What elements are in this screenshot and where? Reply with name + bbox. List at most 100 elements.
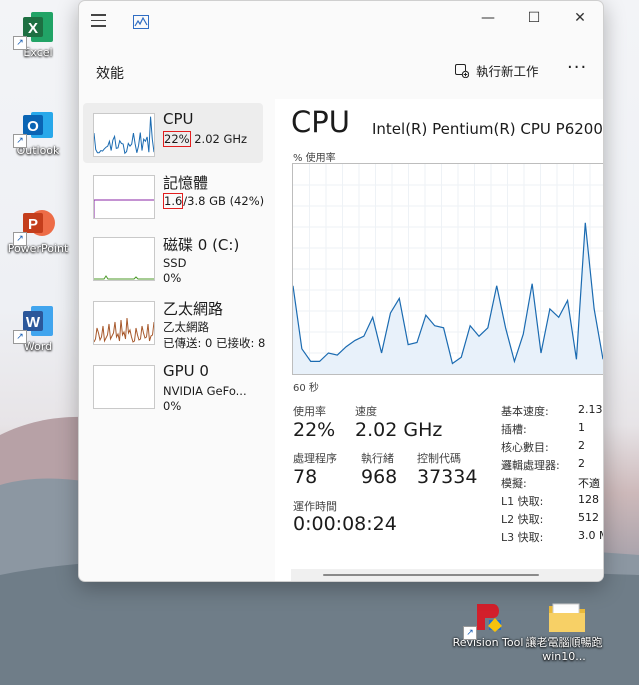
cpu-model: Intel(R) Pentium(R) CPU P6200 — [372, 120, 603, 138]
spec-value: 2 — [578, 457, 585, 470]
close-button[interactable]: ✕ — [557, 5, 603, 31]
spec-value: 2 — [578, 439, 585, 452]
sidebar-item-detail: 22% 2.02 GHz — [163, 131, 247, 147]
sidebar-item-cpu[interactable]: CPU 22% 2.02 GHz — [83, 103, 263, 163]
new-task-icon — [455, 63, 469, 78]
hamburger-menu-icon[interactable] — [91, 14, 111, 30]
sidebar-item-name: 磁碟 0 (C:) — [163, 236, 240, 254]
spec-value: 1 — [578, 421, 585, 434]
handles-value: 37334 — [417, 466, 478, 488]
spec-label: 模擬: — [501, 477, 527, 490]
sidebar-item-detail: 乙太網路 — [163, 320, 209, 334]
outlook-icon: O ↗ — [13, 108, 55, 148]
sidebar-item-memory[interactable]: 記憶體 1.6/3.8 GB (42%) — [83, 165, 264, 225]
shortcut-arrow-icon: ↗ — [463, 626, 477, 640]
handles-label: 控制代碼 — [417, 452, 461, 465]
uptime-value: 0:00:08:24 — [293, 513, 397, 535]
threads-value: 968 — [361, 466, 398, 488]
memory-used-highlight: 1.6 — [163, 193, 184, 209]
graph-label: % 使用率 — [293, 153, 336, 164]
revision-tool-icon: ↗ — [463, 600, 505, 640]
desktop-icon-powerpoint[interactable]: P ↗ PowerPoint — [0, 206, 76, 256]
cpu-thumbnail-line — [94, 116, 154, 155]
speed-label: 速度 — [355, 405, 377, 418]
sidebar-item-name: 記憶體 — [163, 174, 209, 192]
cpu-usage-graph — [292, 163, 603, 375]
run-new-task-label: 執行新工作 — [476, 64, 539, 79]
memory-thumbnail-graph — [93, 175, 155, 219]
spec-value: 2.13 — [578, 403, 603, 416]
spec-value: 3.0 M — [578, 529, 603, 542]
title-bar[interactable]: — ☐ ✕ — [79, 1, 603, 35]
processes-value: 78 — [293, 466, 318, 488]
graph-time-span: 60 秒 — [293, 383, 319, 394]
cpu-speed: 2.02 GHz — [194, 132, 248, 146]
ethernet-thumbnail-graph — [93, 301, 155, 345]
desktop-icon-revision-tool[interactable]: ↗ Revision Tool — [450, 600, 526, 650]
minimize-button[interactable]: — — [465, 5, 511, 31]
usage-label: 使用率 — [293, 405, 326, 418]
desktop-icon-label: Excel — [23, 46, 53, 59]
desktop-icon-label: 讓老電腦順暢跑win10... — [525, 636, 603, 663]
desktop-icon-label: PowerPoint — [7, 242, 69, 255]
maximize-button[interactable]: ☐ — [511, 5, 557, 31]
desktop-icon-excel[interactable]: X ↗ Excel — [0, 10, 76, 60]
gpu-thumbnail-graph — [93, 365, 155, 409]
desktop-icon-label: Word — [23, 340, 53, 353]
sidebar-item-detail: 1.6/3.8 GB (42%) — [163, 193, 264, 209]
run-new-task-button[interactable]: 執行新工作 — [455, 61, 539, 80]
spec-value: 512 K — [578, 511, 603, 524]
spec-label: 基本速度: — [501, 405, 549, 418]
resource-sidebar: CPU 22% 2.02 GHz 記憶體 1.6/3.8 GB (42%) 磁碟… — [79, 99, 275, 581]
spec-value: 128 K — [578, 493, 603, 506]
sidebar-item-ethernet[interactable]: 乙太網路 乙太網路 已傳送: 0 已接收: 8 — [83, 291, 266, 351]
folder-icon — [547, 600, 585, 634]
svg-text:O: O — [27, 118, 39, 135]
svg-text:X: X — [28, 20, 38, 37]
sidebar-item-disk[interactable]: 磁碟 0 (C:) SSD 0% — [83, 227, 263, 287]
spec-label: L2 快取: — [501, 513, 544, 526]
memory-total: /3.8 GB (42%) — [183, 194, 265, 208]
desktop-icon-folder[interactable]: 讓老電腦順暢跑win10... — [524, 600, 604, 664]
task-manager-app-icon — [133, 15, 149, 29]
sidebar-item-name: CPU — [163, 110, 194, 128]
usage-value: 22% — [293, 419, 336, 441]
powerpoint-icon: P ↗ — [13, 206, 55, 246]
spec-label: L1 快取: — [501, 495, 544, 508]
page-title: 效能 — [96, 66, 124, 82]
page-header: 效能 執行新工作 ··· — [79, 49, 603, 93]
desktop-icon-word[interactable]: W ↗ Word — [0, 304, 76, 354]
cpu-usage-highlight: 22% — [163, 131, 191, 147]
sidebar-item-detail-2: 0% — [163, 271, 182, 285]
more-options-button[interactable]: ··· — [567, 57, 587, 78]
shortcut-arrow-icon: ↗ — [13, 134, 27, 148]
sidebar-item-detail: NVIDIA GeFo... — [163, 384, 247, 398]
spec-label: 核心數目: — [501, 441, 549, 454]
shortcut-arrow-icon: ↗ — [13, 36, 27, 50]
sidebar-item-gpu[interactable]: GPU 0 NVIDIA GeFo... 0% — [83, 355, 263, 415]
scrollbar-thumb[interactable] — [323, 574, 539, 576]
sidebar-item-name: 乙太網路 — [163, 300, 224, 318]
cpu-detail-panel: CPU Intel(R) Pentium(R) CPU P6200 % 使用率 … — [275, 99, 603, 581]
sidebar-item-detail: SSD — [163, 256, 187, 270]
svg-text:P: P — [28, 216, 38, 233]
shortcut-arrow-icon: ↗ — [13, 330, 27, 344]
sidebar-item-detail-2: 0% — [163, 399, 182, 413]
excel-icon: X ↗ — [13, 10, 55, 50]
uptime-label: 運作時間 — [293, 500, 337, 513]
svg-text:W: W — [26, 314, 41, 331]
ethernet-thumbnail-line — [94, 317, 154, 343]
spec-label: 插槽: — [501, 423, 527, 436]
spec-label: 邏輯處理器: — [501, 459, 560, 472]
desktop-icon-outlook[interactable]: O ↗ Outlook — [0, 108, 76, 158]
speed-value: 2.02 GHz — [355, 419, 443, 441]
processes-label: 處理程序 — [293, 452, 337, 465]
cpu-thumbnail-graph — [93, 113, 155, 157]
desktop-icon-label: Outlook — [16, 144, 60, 157]
disk-thumbnail-graph — [93, 237, 155, 281]
horizontal-scrollbar[interactable] — [291, 569, 603, 581]
sidebar-item-detail-2: 已傳送: 0 已接收: 8 — [163, 336, 266, 350]
spec-label: L3 快取: — [501, 531, 544, 544]
panel-title: CPU — [291, 105, 350, 139]
shortcut-arrow-icon: ↗ — [13, 232, 27, 246]
